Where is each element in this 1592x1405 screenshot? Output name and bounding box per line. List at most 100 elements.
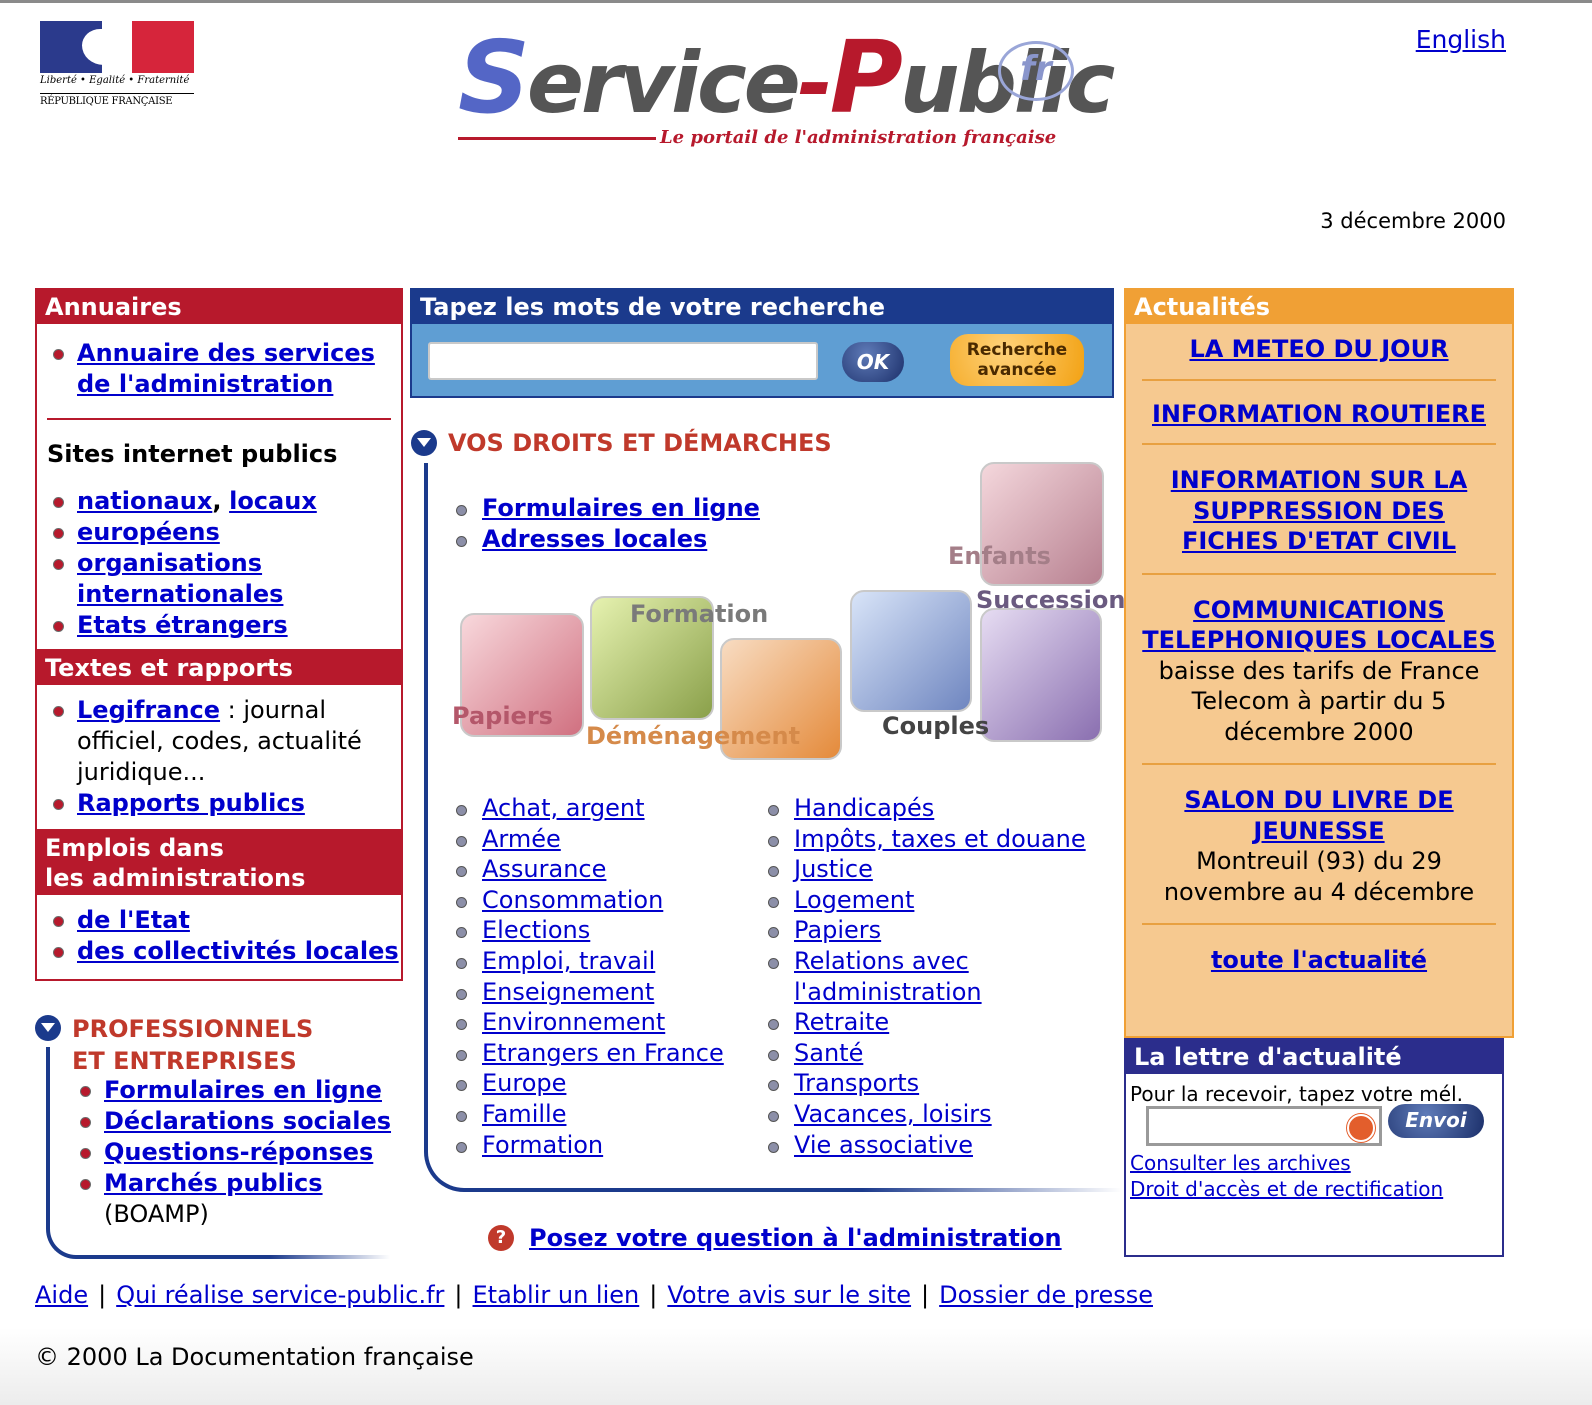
actu-desc: baisse des tarifs de France Telecom à pa… <box>1158 656 1480 746</box>
droits-link[interactable]: Justice <box>794 855 873 883</box>
rapports-link[interactable]: Rapports publics <box>77 789 305 817</box>
droits-link[interactable]: Famille <box>482 1100 566 1128</box>
droits-link[interactable]: Emploi, travail <box>482 947 655 975</box>
sites-publics-title: Sites internet publics <box>47 440 338 468</box>
droits-link[interactable]: Impôts, taxes et douane <box>794 825 1086 853</box>
bullet-icon <box>80 1148 91 1159</box>
droits-col2: Handicapés Impôts, taxes et douane Justi… <box>764 793 1104 1160</box>
droits-link[interactable]: Relations avec l'administration <box>794 947 982 1006</box>
droits-link[interactable]: Europe <box>482 1069 566 1097</box>
droits-link[interactable]: Papiers <box>794 916 881 944</box>
etablir-lien-link[interactable]: Etablir un lien <box>473 1281 640 1309</box>
actu-item: INFORMATION SUR LA SUPPRESSION DES FICHE… <box>1142 445 1496 575</box>
droits-link[interactable]: Environnement <box>482 1008 665 1036</box>
legifrance-item: Legifrance : journal officiel, codes, ac… <box>37 695 401 788</box>
lettre-box: La lettre d'actualité Pour la recevoir, … <box>1124 1038 1504 1257</box>
bullet-icon <box>768 1019 779 1031</box>
organisations-link[interactable]: organisations internationales <box>77 549 283 608</box>
droits-link[interactable]: Vie associative <box>794 1131 973 1159</box>
archives-link[interactable]: Consulter les archives <box>1130 1151 1351 1175</box>
aide-link[interactable]: Aide <box>35 1281 88 1309</box>
droits-item: Logement <box>764 885 1104 916</box>
droits-link[interactable]: Etrangers en France <box>482 1039 724 1067</box>
divider <box>47 418 391 420</box>
droits-item: Armée <box>452 824 752 855</box>
lettre-title: La lettre d'actualité <box>1126 1040 1502 1074</box>
question-link[interactable]: Posez votre question à l'administration <box>529 1224 1062 1252</box>
service-public-logo: Service-Public fr Le portail de l'admini… <box>458 19 1115 159</box>
actualites-title: Actualités <box>1126 290 1512 324</box>
email-field[interactable] <box>1146 1106 1382 1146</box>
rf-motto: Liberté • Egalité • Fraternité <box>40 75 190 86</box>
droits-link[interactable]: Consommation <box>482 886 663 914</box>
pro-item: Questions-réponses <box>64 1137 404 1168</box>
droits-link[interactable]: Vacances, loisirs <box>794 1100 992 1128</box>
search-input[interactable] <box>428 342 818 380</box>
droits-item: Vie associative <box>764 1130 1104 1161</box>
droits-link[interactable]: Formation <box>482 1131 603 1159</box>
formation-label: Formation <box>630 600 769 628</box>
droits-link[interactable]: Enseignement <box>482 978 654 1006</box>
brand-fr-icon: fr <box>998 41 1074 101</box>
droits-item: Europe <box>452 1068 752 1099</box>
droits-item: Vacances, loisirs <box>764 1099 1104 1130</box>
bullet-icon <box>53 947 64 958</box>
bullet-icon <box>768 805 779 816</box>
succession-image[interactable] <box>980 608 1102 742</box>
droits-link[interactable]: Logement <box>794 886 914 914</box>
english-link[interactable]: English <box>1416 25 1506 54</box>
droits-link[interactable]: Assurance <box>482 855 606 883</box>
couples-image[interactable] <box>850 590 972 712</box>
current-date: 3 décembre 2000 <box>1320 209 1506 233</box>
chevron-down-icon <box>411 430 437 456</box>
actu-link[interactable]: COMMUNICATIONS TELEPHONIQUES LOCALES <box>1142 596 1495 655</box>
qui-realise-link[interactable]: Qui réalise service-public.fr <box>116 1281 444 1309</box>
actu-link[interactable]: INFORMATION ROUTIERE <box>1152 400 1486 428</box>
actu-item: toute l'actualité <box>1142 925 1496 976</box>
ok-button[interactable]: OK <box>842 342 904 382</box>
annuaire-link[interactable]: Annuaire des services de l'administratio… <box>77 339 375 398</box>
europeens-link[interactable]: européens <box>77 518 220 546</box>
nationaux-link[interactable]: nationaux <box>77 487 212 515</box>
pro-questions-link[interactable]: Questions-réponses <box>104 1138 373 1166</box>
locaux-link[interactable]: locaux <box>229 487 317 515</box>
separator: | <box>921 1281 930 1309</box>
droits-link[interactable]: Santé <box>794 1039 863 1067</box>
enfants-label: Enfants <box>948 542 1051 570</box>
droit-acces-link[interactable]: Droit d'accès et de rectification <box>1130 1177 1443 1201</box>
etats-etrangers-link[interactable]: Etats étrangers <box>77 611 288 639</box>
droits-link[interactable]: Achat, argent <box>482 794 645 822</box>
droits-link[interactable]: Elections <box>482 916 590 944</box>
toute-actualite-link[interactable]: toute l'actualité <box>1211 946 1427 974</box>
bullet-icon <box>768 1110 779 1122</box>
pro-declarations-link[interactable]: Déclarations sociales <box>104 1107 391 1135</box>
actu-item: INFORMATION ROUTIERE <box>1142 381 1496 445</box>
bullet-icon <box>53 349 64 360</box>
actu-link[interactable]: SALON DU LIVRE DE JEUNESSE <box>1184 786 1453 845</box>
advanced-line2: avancée <box>977 360 1057 380</box>
advanced-search-button[interactable]: Recherche avancée <box>950 334 1084 386</box>
droits-link[interactable]: Retraite <box>794 1008 889 1036</box>
envoi-button[interactable]: Envoi <box>1388 1104 1484 1138</box>
bullet-icon <box>456 866 467 878</box>
bullet-icon <box>456 927 467 939</box>
legifrance-link[interactable]: Legifrance <box>77 696 220 724</box>
footer-links: Aide | Qui réalise service-public.fr | Etabl… <box>35 1281 1153 1309</box>
emplois-collectivites-link[interactable]: des collectivités locales <box>77 937 399 965</box>
pro-marches-link[interactable]: Marchés publics <box>104 1169 323 1197</box>
bullet-icon <box>456 957 467 969</box>
actu-link[interactable]: LA METEO DU JOUR <box>1189 335 1448 363</box>
dossier-presse-link[interactable]: Dossier de presse <box>939 1281 1153 1309</box>
lettre-prompt: Pour la recevoir, tapez votre mél. <box>1130 1082 1463 1106</box>
droits-link[interactable]: Armée <box>482 825 561 853</box>
marianne-flag-icon <box>40 21 194 73</box>
pro-formulaires-link[interactable]: Formulaires en ligne <box>104 1076 382 1104</box>
emplois-item: des collectivités locales <box>37 936 401 967</box>
votre-avis-link[interactable]: Votre avis sur le site <box>667 1281 911 1309</box>
emplois-etat-link[interactable]: de l'Etat <box>77 906 190 934</box>
droits-link[interactable]: Transports <box>794 1069 919 1097</box>
actu-link[interactable]: INFORMATION SUR LA SUPPRESSION DES FICHE… <box>1171 466 1468 555</box>
couples-label: Couples <box>882 712 990 740</box>
droits-link[interactable]: Handicapés <box>794 794 934 822</box>
droits-item: Retraite <box>764 1007 1104 1038</box>
